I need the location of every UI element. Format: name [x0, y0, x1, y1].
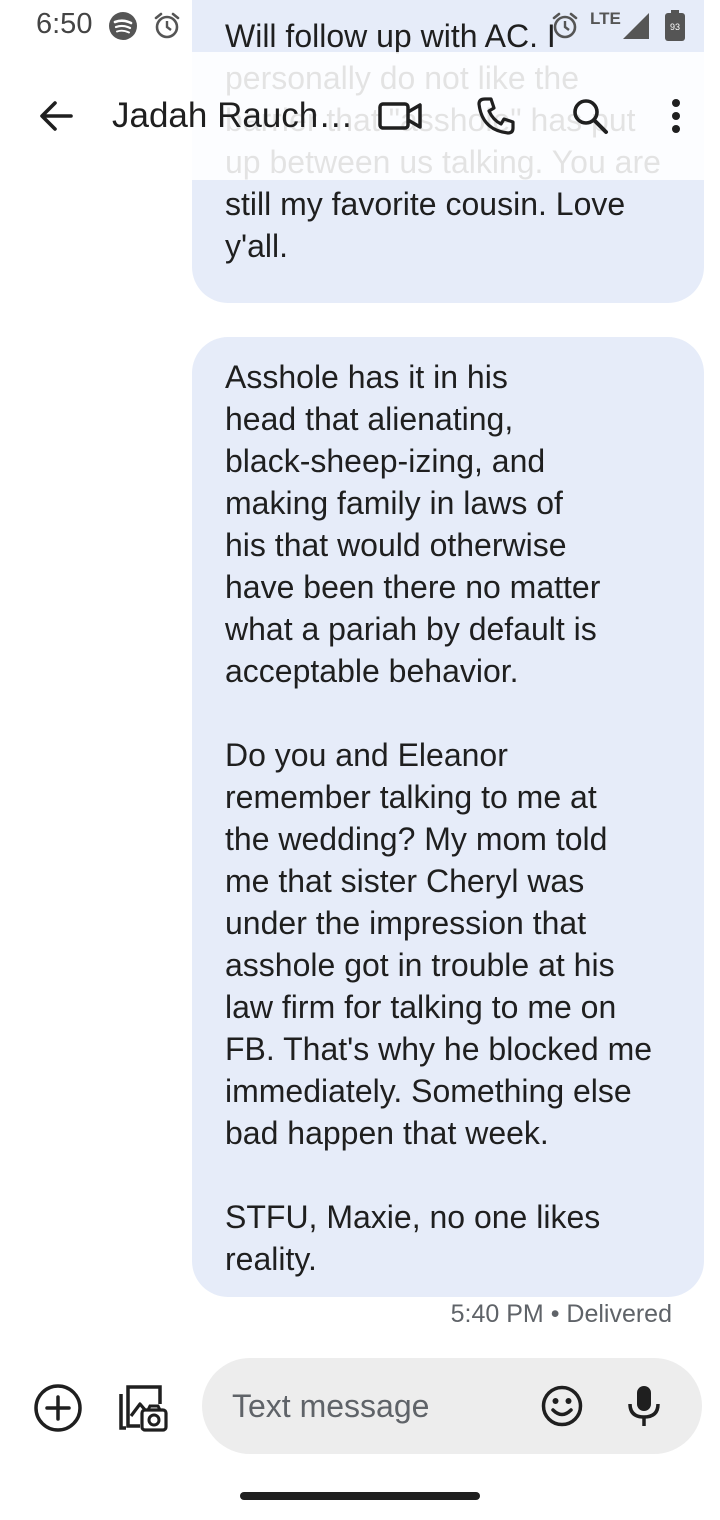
signal-icon	[622, 12, 650, 45]
video-call-button[interactable]	[372, 88, 428, 144]
back-button[interactable]	[28, 88, 84, 144]
more-options-button[interactable]	[648, 88, 704, 144]
battery-level: 93	[669, 22, 680, 32]
network-type: LTE	[590, 9, 621, 28]
video-call-icon	[378, 102, 422, 130]
gallery-camera-icon	[119, 1385, 168, 1432]
voice-input-button[interactable]	[616, 1378, 672, 1434]
conversation-title[interactable]: Jadah Rauch…	[112, 96, 353, 136]
add-attachment-button[interactable]	[30, 1380, 86, 1436]
emoji-button[interactable]	[534, 1378, 590, 1434]
add-circle-icon	[34, 1384, 82, 1432]
alarm-icon	[152, 11, 182, 46]
composer-bar: Text message	[0, 1350, 720, 1470]
status-time: 6:50	[36, 8, 93, 40]
app-bar: Jadah Rauch…	[0, 52, 720, 180]
message-bubble-outgoing[interactable]: Asshole has it in his head that alienati…	[192, 337, 704, 1297]
message-input-placeholder: Text message	[232, 1388, 430, 1424]
alarm-icon	[550, 11, 580, 46]
back-arrow-icon	[40, 101, 73, 131]
message-status: 5:40 PM • Delivered	[450, 1300, 672, 1328]
home-indicator[interactable]	[240, 1492, 480, 1500]
more-vert-icon	[672, 99, 680, 133]
phone-call-button[interactable]	[468, 88, 524, 144]
emoji-icon	[541, 1385, 583, 1427]
mic-icon	[628, 1386, 660, 1426]
status-bar: 6:50 LTE 93	[0, 0, 720, 52]
gallery-button[interactable]	[114, 1380, 170, 1436]
search-button[interactable]	[562, 88, 618, 144]
search-icon	[573, 99, 608, 134]
spotify-icon	[108, 11, 138, 46]
message-input[interactable]: Text message	[202, 1358, 702, 1454]
phone-icon	[477, 97, 515, 135]
